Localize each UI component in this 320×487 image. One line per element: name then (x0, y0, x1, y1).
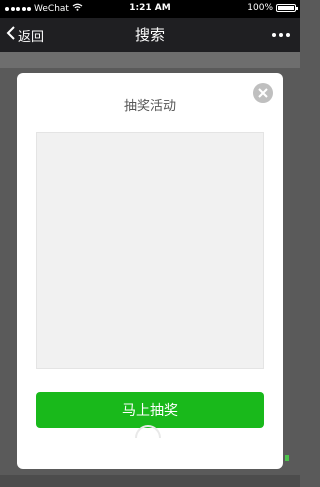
battery-icon (276, 4, 298, 12)
scroll-indicator (285, 455, 289, 461)
overlay-backdrop (0, 52, 300, 68)
more-button[interactable] (272, 18, 290, 52)
draw-now-button[interactable]: 马上抽奖 (36, 392, 264, 428)
lottery-modal: 抽奖活动 马上抽奖 (17, 73, 283, 469)
modal-title: 抽奖活动 (123, 99, 176, 114)
bottom-backdrop (0, 475, 300, 487)
prize-image-area (36, 132, 264, 369)
status-bar: WeChat 1:21 AM 100% (0, 0, 300, 18)
more-dots-icon (272, 33, 276, 37)
battery-percentage: 100% (247, 3, 273, 13)
navigation-bar: 返回 搜索 (0, 18, 300, 52)
page-title: 搜索 (134, 26, 165, 44)
status-right: 100% (247, 3, 298, 13)
close-button[interactable] (253, 83, 273, 103)
draw-now-label: 马上抽奖 (122, 403, 178, 419)
close-icon (258, 88, 268, 98)
